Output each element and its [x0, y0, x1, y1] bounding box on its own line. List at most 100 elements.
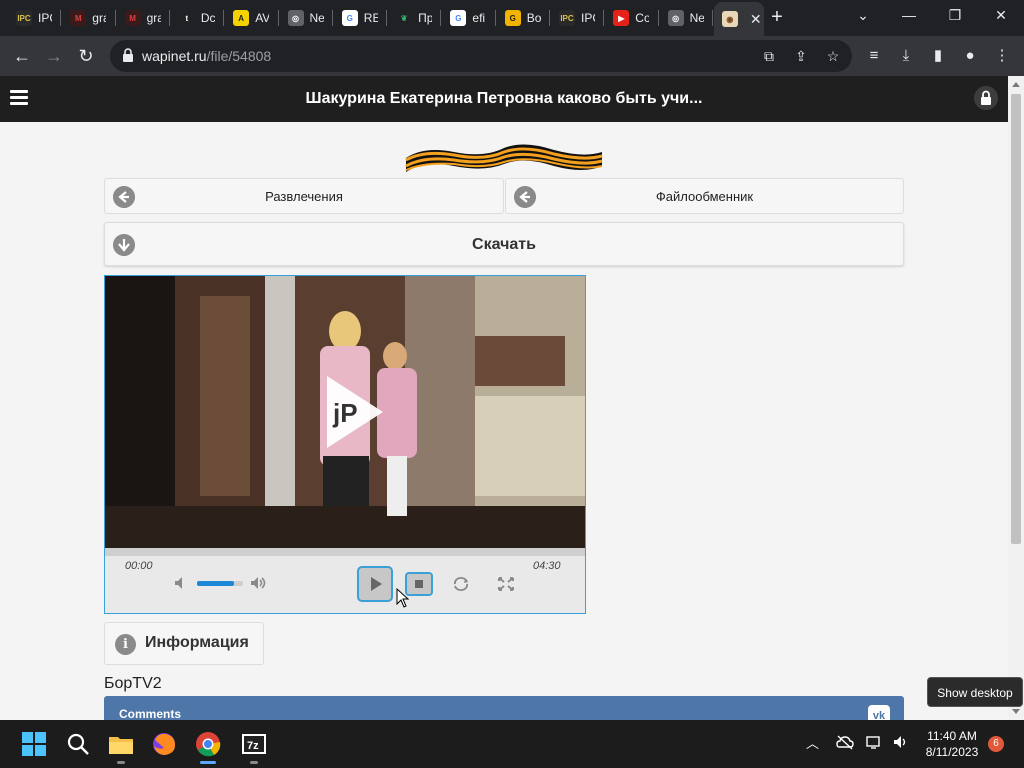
- tab-title: Dc: [200, 11, 215, 25]
- media-icon: M: [124, 10, 141, 26]
- back-icon[interactable]: ←: [8, 42, 36, 70]
- scroll-down-arrow-icon[interactable]: [1012, 709, 1020, 714]
- browser-tab[interactable]: IPC IPC: [8, 4, 54, 32]
- login-lock-icon[interactable]: [974, 86, 998, 110]
- forward-icon[interactable]: →: [40, 42, 68, 70]
- browser-tab[interactable]: ◎ Ne: [660, 4, 706, 32]
- tab-title: RE: [363, 11, 378, 25]
- browser-tab[interactable]: ❦ Пр: [388, 4, 434, 32]
- address-bar[interactable]: wapinet.ru/file/54808 ⧉ ⇪ ☆: [110, 40, 852, 72]
- tab-separator: [711, 10, 713, 26]
- new-tab-button[interactable]: +: [766, 6, 788, 28]
- browser-toolbar: ← → ↻ wapinet.ru/file/54808 ⧉ ⇪ ☆ ≡ ⤓ ▮ …: [0, 36, 1024, 76]
- bookmark-star-icon[interactable]: ☆: [824, 47, 842, 65]
- scroll-up-arrow-icon[interactable]: [1012, 82, 1020, 87]
- reading-list-icon[interactable]: ≡: [864, 46, 884, 66]
- close-window-button[interactable]: ✕: [978, 0, 1024, 32]
- windows-taskbar: 7z ︿ 11:40 AM 8/11/2023 6: [0, 720, 1024, 768]
- vk-logo-icon[interactable]: vk: [868, 705, 890, 720]
- url-text[interactable]: wapinet.ru/file/54808: [142, 48, 271, 64]
- browser-tab[interactable]: Gefi: [442, 4, 488, 32]
- nav-button-entertainment[interactable]: Развлечения: [104, 178, 504, 214]
- eye-icon: ◉: [721, 11, 738, 27]
- lock-icon[interactable]: [122, 48, 134, 62]
- chrome-icon: ◎: [667, 10, 684, 26]
- tab-title: efi: [472, 11, 486, 25]
- progress-bar[interactable]: [105, 548, 585, 556]
- clock-time: 11:40 AM: [927, 729, 977, 743]
- info-label: Информация: [145, 634, 249, 651]
- running-indicator: [250, 761, 258, 764]
- volume-slider[interactable]: [197, 581, 243, 586]
- menu-kebab-icon[interactable]: ⋮: [992, 46, 1012, 66]
- start-button[interactable]: [20, 730, 48, 758]
- file-explorer-button[interactable]: [107, 730, 135, 764]
- play-button[interactable]: [357, 566, 393, 602]
- show-desktop-tooltip: Show desktop: [927, 677, 1023, 707]
- browser-tab[interactable]: G Bo: [497, 4, 543, 32]
- yellow-g-icon: G: [504, 10, 521, 26]
- page-title: Шакурина Екатерина Петровна каково быть …: [305, 90, 703, 107]
- tab-separator: [168, 10, 170, 26]
- page-scrollbar[interactable]: [1008, 76, 1024, 720]
- translate-icon[interactable]: ⧉: [760, 47, 778, 65]
- tab-separator: [223, 10, 225, 26]
- nav-button-label: Развлечения: [265, 189, 343, 204]
- minimize-button[interactable]: —: [886, 0, 932, 32]
- browser-tab[interactable]: ◎ Ne: [280, 4, 326, 32]
- tab-title: gra: [146, 11, 161, 25]
- search-icon: [67, 733, 89, 755]
- mute-icon[interactable]: [173, 575, 189, 591]
- onedrive-offline-icon[interactable]: [836, 734, 854, 750]
- ipc-games-icon: IPC: [559, 10, 575, 26]
- repeat-icon[interactable]: [451, 576, 471, 592]
- side-panel-icon[interactable]: ▮: [928, 46, 948, 66]
- volume-icon[interactable]: [892, 734, 910, 750]
- profile-icon[interactable]: ●: [960, 46, 980, 66]
- tab-separator: [603, 10, 605, 26]
- browser-tab[interactable]: Mgra: [117, 4, 163, 32]
- fullscreen-icon[interactable]: [497, 576, 515, 592]
- tab-search-icon[interactable]: ⌄: [840, 0, 886, 32]
- tray-overflow-chevron-icon[interactable]: ︿: [806, 733, 819, 752]
- search-button[interactable]: [64, 730, 92, 758]
- notification-badge[interactable]: 6: [988, 736, 1004, 752]
- play-icon: [371, 577, 382, 591]
- tab-separator: [60, 10, 62, 26]
- firefox-icon: [153, 733, 175, 755]
- browser-tab[interactable]: ◉ ✕: [713, 2, 764, 36]
- share-icon[interactable]: ⇪: [792, 47, 810, 65]
- volume-max-icon[interactable]: [249, 575, 267, 591]
- 7zip-button[interactable]: 7z: [240, 730, 268, 764]
- tab-separator: [549, 10, 550, 26]
- st-george-ribbon-logo: [405, 144, 603, 172]
- tab-separator: [114, 10, 116, 26]
- browser-tab[interactable]: IPC IPC: [551, 4, 597, 32]
- network-icon[interactable]: [866, 734, 884, 750]
- download-button[interactable]: Скачать: [104, 222, 904, 266]
- clock[interactable]: 11:40 AM 8/11/2023: [920, 728, 984, 760]
- mouse-cursor-icon: [396, 588, 410, 608]
- close-tab-icon[interactable]: ✕: [750, 11, 762, 28]
- current-time: 00:00: [125, 560, 153, 572]
- browser-tab[interactable]: A AV: [225, 4, 271, 32]
- browser-tab[interactable]: ▶ Co: [605, 4, 651, 32]
- download-label: Скачать: [472, 236, 536, 253]
- restore-button[interactable]: ❐: [932, 0, 978, 32]
- video-player: jP 00:00 04:30: [104, 275, 586, 614]
- folder-icon: [109, 737, 133, 754]
- info-section-header[interactable]: i Информация: [104, 622, 264, 665]
- download-icon[interactable]: ⤓: [896, 46, 916, 66]
- scrollbar-thumb[interactable]: [1011, 94, 1021, 544]
- tab-separator: [277, 10, 279, 26]
- info-icon: i: [115, 634, 136, 655]
- browser-tab[interactable]: t Dc: [171, 4, 217, 32]
- video-frame[interactable]: jP: [105, 276, 585, 548]
- firefox-button[interactable]: [150, 730, 178, 758]
- browser-tab[interactable]: Mgra: [62, 4, 108, 32]
- browser-tab[interactable]: G RE: [334, 4, 380, 32]
- nav-button-fileshare[interactable]: Файлообменник: [505, 178, 904, 214]
- chrome-button[interactable]: [194, 730, 222, 764]
- running-indicator: [117, 761, 125, 764]
- reload-icon[interactable]: ↻: [72, 42, 100, 70]
